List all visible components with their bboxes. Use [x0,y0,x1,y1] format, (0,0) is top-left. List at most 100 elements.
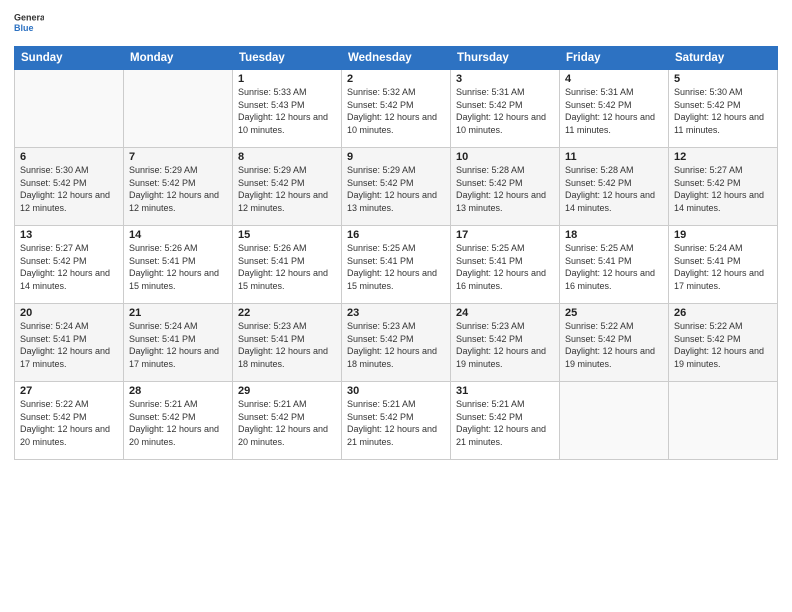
calendar-cell: 8Sunrise: 5:29 AM Sunset: 5:42 PM Daylig… [233,148,342,226]
weekday-header-row: SundayMondayTuesdayWednesdayThursdayFrid… [15,47,778,70]
calendar-cell: 25Sunrise: 5:22 AM Sunset: 5:42 PM Dayli… [560,304,669,382]
calendar-week-row: 1Sunrise: 5:33 AM Sunset: 5:43 PM Daylig… [15,70,778,148]
day-number: 14 [129,229,227,241]
calendar-cell: 21Sunrise: 5:24 AM Sunset: 5:41 PM Dayli… [124,304,233,382]
day-info: Sunrise: 5:29 AM Sunset: 5:42 PM Dayligh… [347,164,445,214]
calendar-table: SundayMondayTuesdayWednesdayThursdayFrid… [14,46,778,460]
weekday-header-tuesday: Tuesday [233,47,342,70]
day-number: 25 [565,307,663,319]
day-info: Sunrise: 5:28 AM Sunset: 5:42 PM Dayligh… [565,164,663,214]
calendar-cell: 20Sunrise: 5:24 AM Sunset: 5:41 PM Dayli… [15,304,124,382]
day-number: 17 [456,229,554,241]
day-number: 8 [238,151,336,163]
calendar-week-row: 27Sunrise: 5:22 AM Sunset: 5:42 PM Dayli… [15,382,778,460]
header: General Blue [14,10,778,40]
calendar-cell: 5Sunrise: 5:30 AM Sunset: 5:42 PM Daylig… [669,70,778,148]
day-info: Sunrise: 5:22 AM Sunset: 5:42 PM Dayligh… [674,320,772,370]
day-info: Sunrise: 5:24 AM Sunset: 5:41 PM Dayligh… [674,242,772,292]
calendar-cell: 26Sunrise: 5:22 AM Sunset: 5:42 PM Dayli… [669,304,778,382]
day-info: Sunrise: 5:21 AM Sunset: 5:42 PM Dayligh… [456,398,554,448]
day-info: Sunrise: 5:33 AM Sunset: 5:43 PM Dayligh… [238,86,336,136]
calendar-cell: 10Sunrise: 5:28 AM Sunset: 5:42 PM Dayli… [451,148,560,226]
day-info: Sunrise: 5:22 AM Sunset: 5:42 PM Dayligh… [20,398,118,448]
calendar-week-row: 6Sunrise: 5:30 AM Sunset: 5:42 PM Daylig… [15,148,778,226]
calendar-cell [669,382,778,460]
day-number: 7 [129,151,227,163]
calendar-cell: 18Sunrise: 5:25 AM Sunset: 5:41 PM Dayli… [560,226,669,304]
calendar-cell [124,70,233,148]
calendar-cell: 16Sunrise: 5:25 AM Sunset: 5:41 PM Dayli… [342,226,451,304]
day-info: Sunrise: 5:21 AM Sunset: 5:42 PM Dayligh… [347,398,445,448]
calendar-cell [560,382,669,460]
calendar-cell: 17Sunrise: 5:25 AM Sunset: 5:41 PM Dayli… [451,226,560,304]
day-number: 20 [20,307,118,319]
calendar-cell: 23Sunrise: 5:23 AM Sunset: 5:42 PM Dayli… [342,304,451,382]
calendar-cell: 7Sunrise: 5:29 AM Sunset: 5:42 PM Daylig… [124,148,233,226]
day-number: 6 [20,151,118,163]
day-number: 15 [238,229,336,241]
calendar-cell: 13Sunrise: 5:27 AM Sunset: 5:42 PM Dayli… [15,226,124,304]
day-info: Sunrise: 5:29 AM Sunset: 5:42 PM Dayligh… [129,164,227,214]
day-number: 10 [456,151,554,163]
day-number: 28 [129,385,227,397]
day-info: Sunrise: 5:25 AM Sunset: 5:41 PM Dayligh… [347,242,445,292]
day-number: 29 [238,385,336,397]
day-number: 31 [456,385,554,397]
day-number: 23 [347,307,445,319]
day-number: 3 [456,73,554,85]
day-info: Sunrise: 5:30 AM Sunset: 5:42 PM Dayligh… [674,86,772,136]
weekday-header-sunday: Sunday [15,47,124,70]
calendar-cell: 14Sunrise: 5:26 AM Sunset: 5:41 PM Dayli… [124,226,233,304]
day-number: 19 [674,229,772,241]
calendar-cell: 4Sunrise: 5:31 AM Sunset: 5:42 PM Daylig… [560,70,669,148]
day-info: Sunrise: 5:23 AM Sunset: 5:42 PM Dayligh… [456,320,554,370]
day-info: Sunrise: 5:26 AM Sunset: 5:41 PM Dayligh… [238,242,336,292]
svg-text:Blue: Blue [14,23,34,33]
calendar-cell: 19Sunrise: 5:24 AM Sunset: 5:41 PM Dayli… [669,226,778,304]
day-number: 27 [20,385,118,397]
svg-text:General: General [14,13,44,23]
day-info: Sunrise: 5:28 AM Sunset: 5:42 PM Dayligh… [456,164,554,214]
day-info: Sunrise: 5:21 AM Sunset: 5:42 PM Dayligh… [238,398,336,448]
calendar-cell: 24Sunrise: 5:23 AM Sunset: 5:42 PM Dayli… [451,304,560,382]
weekday-header-wednesday: Wednesday [342,47,451,70]
day-number: 5 [674,73,772,85]
day-info: Sunrise: 5:29 AM Sunset: 5:42 PM Dayligh… [238,164,336,214]
day-info: Sunrise: 5:31 AM Sunset: 5:42 PM Dayligh… [565,86,663,136]
day-number: 18 [565,229,663,241]
day-number: 2 [347,73,445,85]
calendar-cell: 6Sunrise: 5:30 AM Sunset: 5:42 PM Daylig… [15,148,124,226]
weekday-header-saturday: Saturday [669,47,778,70]
day-number: 13 [20,229,118,241]
calendar-week-row: 13Sunrise: 5:27 AM Sunset: 5:42 PM Dayli… [15,226,778,304]
calendar-cell: 9Sunrise: 5:29 AM Sunset: 5:42 PM Daylig… [342,148,451,226]
calendar-cell: 31Sunrise: 5:21 AM Sunset: 5:42 PM Dayli… [451,382,560,460]
day-info: Sunrise: 5:31 AM Sunset: 5:42 PM Dayligh… [456,86,554,136]
day-info: Sunrise: 5:25 AM Sunset: 5:41 PM Dayligh… [565,242,663,292]
weekday-header-friday: Friday [560,47,669,70]
calendar-cell: 2Sunrise: 5:32 AM Sunset: 5:42 PM Daylig… [342,70,451,148]
day-info: Sunrise: 5:23 AM Sunset: 5:42 PM Dayligh… [347,320,445,370]
calendar-cell: 22Sunrise: 5:23 AM Sunset: 5:41 PM Dayli… [233,304,342,382]
calendar-cell: 12Sunrise: 5:27 AM Sunset: 5:42 PM Dayli… [669,148,778,226]
day-number: 24 [456,307,554,319]
day-info: Sunrise: 5:24 AM Sunset: 5:41 PM Dayligh… [20,320,118,370]
calendar-cell: 28Sunrise: 5:21 AM Sunset: 5:42 PM Dayli… [124,382,233,460]
day-number: 26 [674,307,772,319]
calendar-cell: 30Sunrise: 5:21 AM Sunset: 5:42 PM Dayli… [342,382,451,460]
calendar-cell: 15Sunrise: 5:26 AM Sunset: 5:41 PM Dayli… [233,226,342,304]
day-number: 21 [129,307,227,319]
day-info: Sunrise: 5:27 AM Sunset: 5:42 PM Dayligh… [20,242,118,292]
calendar-cell: 29Sunrise: 5:21 AM Sunset: 5:42 PM Dayli… [233,382,342,460]
calendar-cell: 27Sunrise: 5:22 AM Sunset: 5:42 PM Dayli… [15,382,124,460]
calendar-cell: 1Sunrise: 5:33 AM Sunset: 5:43 PM Daylig… [233,70,342,148]
day-info: Sunrise: 5:22 AM Sunset: 5:42 PM Dayligh… [565,320,663,370]
day-info: Sunrise: 5:21 AM Sunset: 5:42 PM Dayligh… [129,398,227,448]
calendar-cell: 3Sunrise: 5:31 AM Sunset: 5:42 PM Daylig… [451,70,560,148]
calendar-cell: 11Sunrise: 5:28 AM Sunset: 5:42 PM Dayli… [560,148,669,226]
page: General Blue SundayMondayTuesdayWednesda… [0,0,792,612]
day-info: Sunrise: 5:24 AM Sunset: 5:41 PM Dayligh… [129,320,227,370]
day-number: 12 [674,151,772,163]
calendar-week-row: 20Sunrise: 5:24 AM Sunset: 5:41 PM Dayli… [15,304,778,382]
calendar-cell [15,70,124,148]
